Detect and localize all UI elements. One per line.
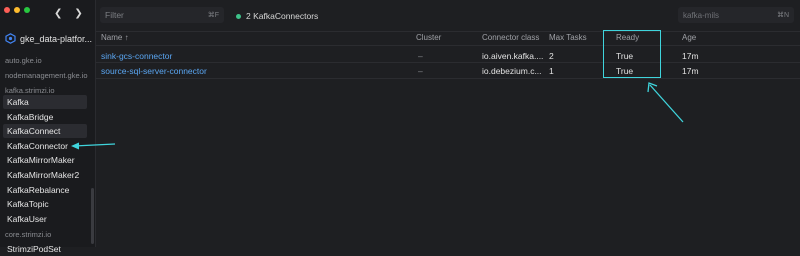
group-kafka-strimzi[interactable]: kafka.strimzi.io [5, 86, 55, 95]
resource-count: 2 KafkaConnectors [236, 11, 318, 21]
namespace-shortcut: ⌘N [776, 12, 789, 19]
namespace-value: kafka-mils [683, 10, 720, 20]
column-header-age[interactable]: Age [682, 33, 696, 42]
sidebar-item-kafkaconnect[interactable]: KafkaConnect [3, 124, 87, 138]
column-header-name[interactable]: Name ↑ [101, 33, 129, 42]
sidebar-item-kafkamirrormaker2[interactable]: KafkaMirrorMaker2 [3, 168, 87, 182]
group-node-management[interactable]: nodemanagement.gke.io [5, 71, 88, 80]
row-max-tasks: 1 [549, 66, 554, 76]
resource-count-label: 2 KafkaConnectors [246, 11, 319, 21]
cluster-selector[interactable]: gke_data-platfor... [5, 33, 96, 44]
row-cluster: – [418, 66, 423, 76]
cluster-name: gke_data-platfor... [20, 33, 93, 44]
maximize-window-button[interactable] [24, 7, 30, 13]
row-age: 17m [682, 51, 699, 61]
sidebar-item-kafkauser[interactable]: KafkaUser [3, 212, 87, 226]
namespace-selector[interactable]: kafka-mils ⌘N [678, 7, 794, 23]
filter-placeholder: Filter [105, 10, 124, 20]
sidebar-item-kafkatopic[interactable]: KafkaTopic [3, 197, 87, 211]
filter-shortcut: ⌘F [207, 12, 219, 19]
column-header-cluster[interactable]: Cluster [416, 33, 441, 42]
row-divider [96, 78, 800, 79]
chevron-left-icon[interactable]: ❮ [54, 9, 62, 19]
gke-cluster-icon [5, 33, 16, 44]
header-divider [96, 45, 800, 46]
row-divider [96, 62, 800, 63]
row-connector-class: io.aiven.kafka.... [482, 51, 544, 61]
row-age: 17m [682, 66, 699, 76]
sidebar-item-kafkaconnector[interactable]: KafkaConnector [3, 139, 87, 153]
minimize-window-button[interactable] [14, 7, 20, 13]
row-connector-class: io.debezium.c... [482, 66, 542, 76]
chevron-right-icon[interactable]: ❯ [74, 9, 82, 19]
sidebar-item-kafkarebalance[interactable]: KafkaRebalance [3, 183, 87, 197]
sidebar: ❮ ❯ gke_data-platfor... auto.gke.io node… [0, 0, 96, 254]
window-controls [4, 7, 30, 13]
filter-input[interactable]: Filter ⌘F [100, 7, 224, 23]
sidebar-item-kafkamirrormaker[interactable]: KafkaMirrorMaker [3, 153, 87, 167]
arrow-to-ready-icon [647, 82, 684, 123]
toolbar: Filter ⌘F 2 KafkaConnectors kafka-mils ⌘… [96, 0, 800, 32]
ready-column-highlight [603, 30, 661, 78]
row-cluster: – [418, 51, 423, 61]
row-max-tasks: 2 [549, 51, 554, 61]
sidebar-item-strimzipodset[interactable]: StrimziPodSet [3, 242, 87, 256]
sidebar-item-kafka[interactable]: Kafka [3, 95, 87, 109]
column-header-max-tasks[interactable]: Max Tasks [549, 33, 587, 42]
sidebar-item-kafkabridge[interactable]: KafkaBridge [3, 110, 87, 124]
column-header-connector-class[interactable]: Connector class [482, 33, 539, 42]
status-dot-icon [236, 13, 241, 19]
group-auto-gke[interactable]: auto.gke.io [5, 56, 42, 65]
group-core-strimzi[interactable]: core.strimzi.io [5, 230, 51, 239]
close-window-button[interactable] [4, 7, 10, 13]
row-name[interactable]: sink-gcs-connector [101, 51, 172, 61]
row-name[interactable]: source-sql-server-connector [101, 66, 207, 76]
sidebar-scrollbar[interactable] [91, 188, 94, 244]
